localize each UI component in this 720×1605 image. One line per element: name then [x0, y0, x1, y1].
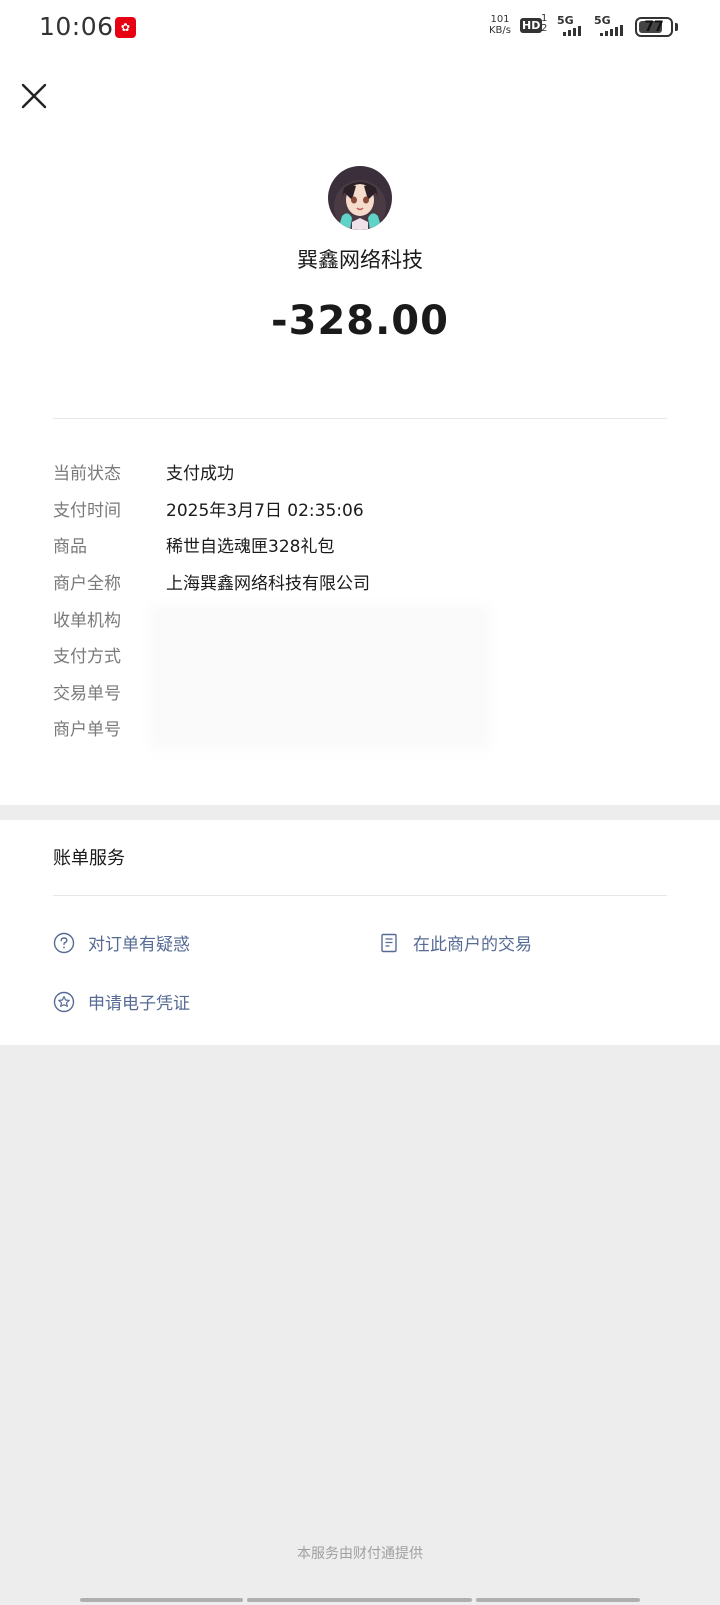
- service-provider-note: 本服务由财付通提供: [297, 1546, 423, 1562]
- nav-gesture-bar[interactable]: [476, 1598, 640, 1602]
- status-bar: 10:06 ✿ 101 KB/s HD 1 2 5G 5G 77: [0, 0, 720, 56]
- battery-level: 77: [644, 19, 664, 35]
- anime-girl-avatar-image: [328, 166, 392, 230]
- divider: [53, 418, 667, 419]
- nav-gesture-bar[interactable]: [247, 1598, 472, 1602]
- payment-amount: -328.00: [271, 298, 449, 344]
- close-button[interactable]: [18, 80, 50, 112]
- redacted-values-overlay: [150, 605, 490, 750]
- document-icon: [381, 933, 397, 953]
- bill-services-card: 账单服务 对订单有疑惑 在此商户的交易 申请电子凭证: [0, 820, 720, 1045]
- sim2-signal-icon: 5G: [594, 14, 628, 38]
- merchant-transactions-label: 在此商户的交易: [413, 935, 532, 955]
- nav-gesture-bar[interactable]: [80, 1598, 243, 1602]
- divider: [53, 895, 667, 896]
- hd-sim-index: 1 2: [541, 13, 548, 34]
- hd-voice-icon: HD: [520, 18, 543, 33]
- clock: 10:06: [39, 12, 114, 41]
- network-speed: 101 KB/s: [489, 14, 511, 36]
- notification-app-icon: ✿: [115, 17, 136, 38]
- star-circle-icon: [53, 991, 75, 1013]
- battery-icon: 77: [635, 17, 673, 37]
- e-voucher-label: 申请电子凭证: [88, 994, 190, 1014]
- battery-tip: [675, 23, 678, 31]
- question-circle-icon: [53, 932, 75, 954]
- order-question-label: 对订单有疑惑: [88, 935, 190, 955]
- sim1-signal-icon: 5G: [557, 14, 591, 38]
- bill-services-title: 账单服务: [53, 848, 125, 869]
- close-icon: [21, 83, 47, 109]
- merchant-name: 巽鑫网络科技: [297, 248, 423, 272]
- merchant-avatar: [328, 166, 392, 230]
